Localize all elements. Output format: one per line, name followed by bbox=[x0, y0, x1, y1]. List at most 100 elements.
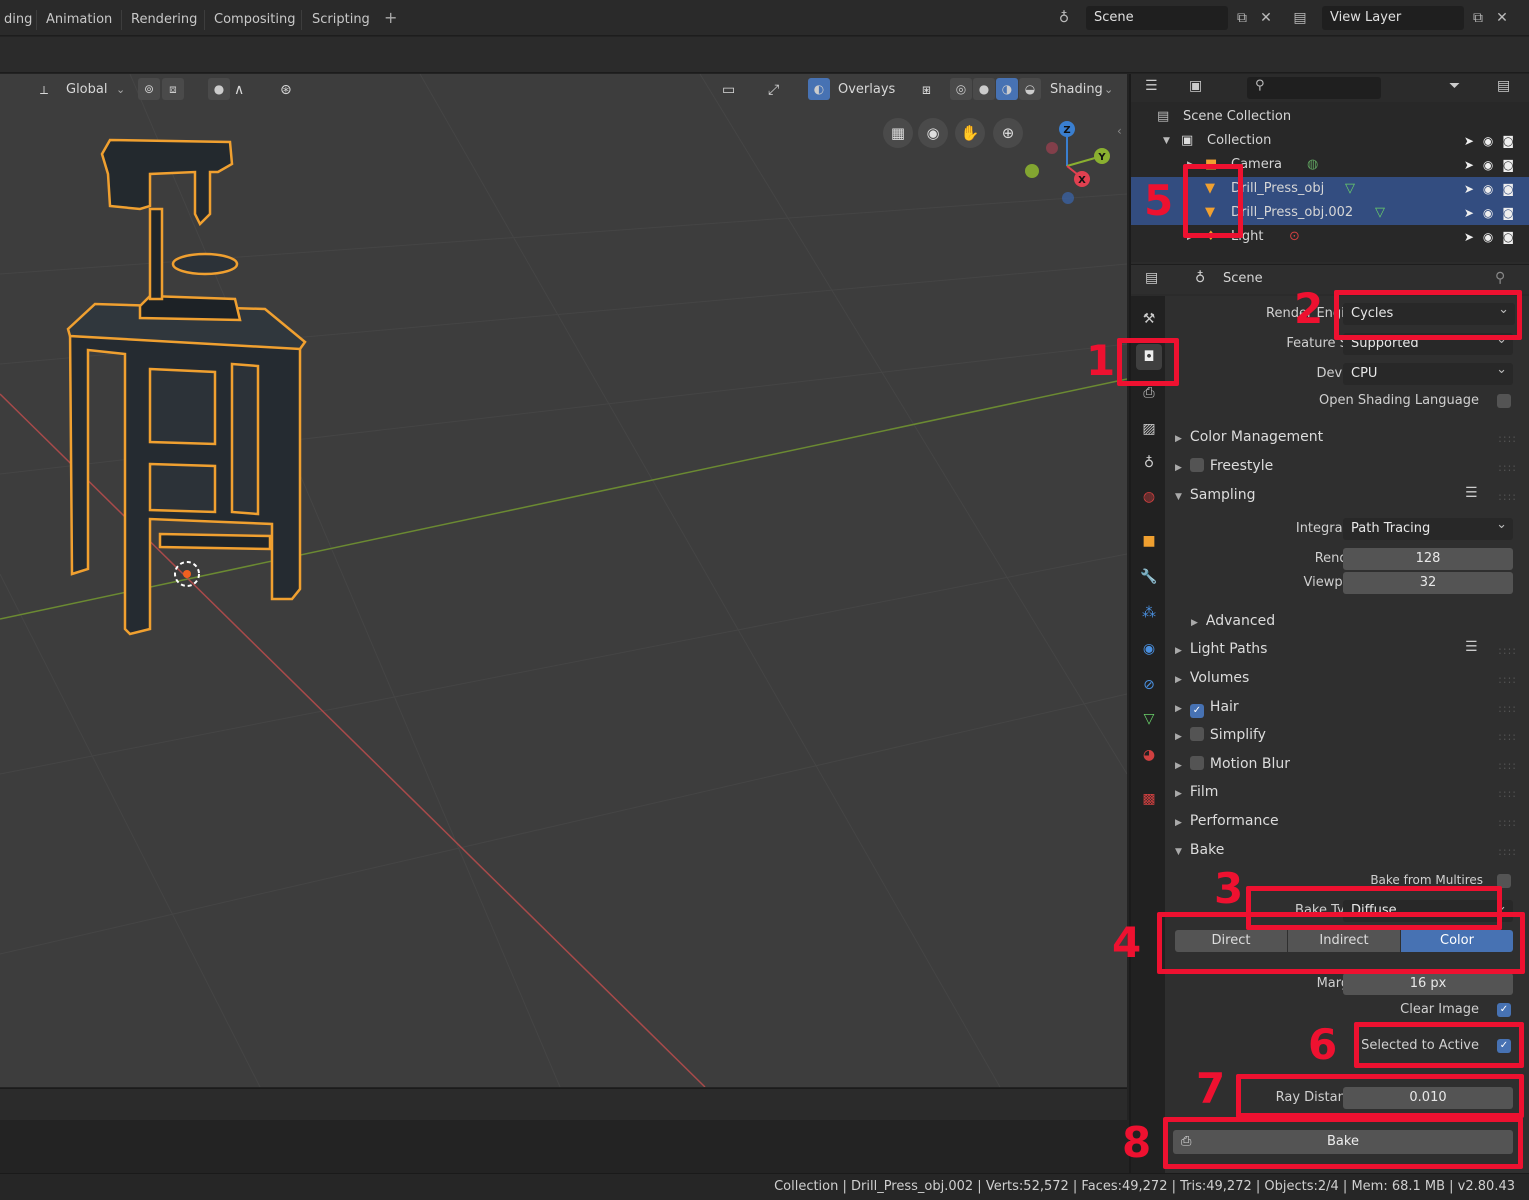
copy-scene-icon[interactable]: ⧉ bbox=[1230, 6, 1254, 30]
drag-handle-icon[interactable]: :::: bbox=[1498, 845, 1517, 858]
material-shading-icon[interactable]: ◑ bbox=[996, 78, 1018, 100]
pan-hand-icon[interactable]: ✋ bbox=[955, 118, 985, 148]
advanced-subpanel[interactable]: ▶ Advanced bbox=[1191, 610, 1275, 632]
volumes-panel[interactable]: ▶ Volumes bbox=[1175, 667, 1249, 689]
delete-scene-icon[interactable]: ✕ bbox=[1254, 6, 1278, 30]
outliner-row-collection[interactable]: ▼ ▣ Collection ➤◉◙ bbox=[1131, 129, 1529, 153]
drag-handle-icon[interactable]: :::: bbox=[1498, 816, 1517, 829]
proportional-edit-icon[interactable]: ● bbox=[208, 78, 230, 100]
drag-handle-icon[interactable]: :::: bbox=[1498, 432, 1517, 445]
hair-panel[interactable]: ▶ ✓ Hair bbox=[1175, 696, 1239, 718]
row-visibility-icons[interactable]: ➤◉◙ bbox=[1464, 225, 1523, 249]
drag-handle-icon[interactable]: :::: bbox=[1498, 490, 1517, 503]
expand-arrow-icon[interactable]: ▼ bbox=[1163, 129, 1170, 153]
drag-handle-icon[interactable]: :::: bbox=[1498, 759, 1517, 772]
tab-layout[interactable]: ding bbox=[0, 8, 38, 32]
integrator-dropdown[interactable]: Path Tracing bbox=[1343, 514, 1513, 540]
viewport-samples-field[interactable]: 32 bbox=[1343, 572, 1513, 594]
world-tab-icon[interactable]: ◍ bbox=[1136, 484, 1162, 510]
new-collection-icon[interactable]: ▤ bbox=[1497, 78, 1510, 94]
3d-cursor[interactable] bbox=[174, 561, 200, 587]
orientation-icon[interactable]: ⟂ bbox=[40, 79, 48, 101]
freestyle-panel[interactable]: ▶ Freestyle bbox=[1175, 455, 1273, 477]
drag-handle-icon[interactable]: :::: bbox=[1498, 673, 1517, 686]
row-visibility-icons[interactable]: ➤◉◙ bbox=[1464, 177, 1523, 201]
row-visibility-icons[interactable]: ➤◉◙ bbox=[1464, 153, 1523, 177]
tab-compositing[interactable]: Compositing bbox=[208, 8, 302, 32]
chevron-down-icon[interactable]: ⌄ bbox=[116, 79, 125, 101]
material-tab-icon[interactable]: ◕ bbox=[1136, 742, 1162, 768]
constraints-tab-icon[interactable]: ⊘ bbox=[1136, 672, 1162, 698]
drag-handle-icon[interactable]: :::: bbox=[1498, 787, 1517, 800]
outliner-row-scene-collection[interactable]: ▤ Scene Collection bbox=[1131, 105, 1529, 129]
device-dropdown[interactable]: CPU bbox=[1343, 359, 1513, 385]
view-object-types-icon[interactable]: ▭ bbox=[722, 79, 735, 101]
row-visibility-icons[interactable]: ➤◉◙ bbox=[1464, 129, 1523, 153]
hair-checkbox[interactable]: ✓ bbox=[1189, 704, 1204, 718]
show-gizmo-icon[interactable]: ⤢ bbox=[768, 79, 779, 101]
particles-tab-icon[interactable]: ⁂ bbox=[1136, 600, 1162, 626]
render-samples-field[interactable]: 128 bbox=[1343, 548, 1513, 570]
margin-field[interactable]: 16 px bbox=[1343, 973, 1513, 995]
row-visibility-icons[interactable]: ➤◉◙ bbox=[1464, 201, 1523, 225]
drag-handle-icon[interactable]: :::: bbox=[1498, 702, 1517, 715]
overlays-dropdown[interactable]: Overlays bbox=[838, 79, 895, 101]
film-panel[interactable]: ▶ Film bbox=[1175, 781, 1218, 803]
navigation-gizmo[interactable]: Z Y X bbox=[1022, 118, 1112, 218]
rendered-shading-icon[interactable]: ◒ bbox=[1019, 78, 1041, 100]
sampling-panel[interactable]: ▼ Sampling bbox=[1175, 484, 1255, 506]
modifier-tab-icon[interactable]: 🔧 bbox=[1136, 564, 1162, 590]
chevron-down-icon[interactable]: ⌄ bbox=[1104, 79, 1113, 101]
view-layer-tab-icon[interactable]: ▨ bbox=[1136, 416, 1162, 442]
editor-type-icon[interactable]: ☰ bbox=[1145, 78, 1158, 94]
color-management-panel[interactable]: ▶ Color Management bbox=[1175, 426, 1323, 448]
3d-viewport[interactable]: ⟂ Global ⌄ ⊚ ⧈ ● ∧ ⊛ ▭ ⤢ ◐ Overlays ⧆ ◎ … bbox=[0, 74, 1127, 1087]
tab-scripting[interactable]: Scripting bbox=[306, 8, 376, 32]
add-workspace-icon[interactable]: + bbox=[384, 8, 397, 27]
drag-handle-icon[interactable]: :::: bbox=[1498, 461, 1517, 474]
pin-icon[interactable]: ⚲ bbox=[1495, 270, 1505, 286]
view-layer-selector-icon[interactable]: ▤ bbox=[1288, 6, 1312, 30]
tab-animation[interactable]: Animation bbox=[40, 8, 118, 32]
motion-blur-checkbox[interactable] bbox=[1189, 756, 1204, 770]
delete-view-layer-icon[interactable]: ✕ bbox=[1490, 6, 1514, 30]
scene-tab-icon[interactable]: ♁ bbox=[1136, 450, 1162, 476]
drill-press-model[interactable] bbox=[66, 138, 307, 636]
transform-orientation-dropdown[interactable]: Global bbox=[66, 79, 107, 101]
zoom-icon[interactable]: ⊕ bbox=[993, 118, 1023, 148]
xray-toggle-icon[interactable]: ⧆ bbox=[922, 79, 931, 101]
snap-icon[interactable]: ⧈ bbox=[162, 78, 184, 100]
drag-handle-icon[interactable]: :::: bbox=[1498, 730, 1517, 743]
toggle-perspective-icon[interactable]: ▦ bbox=[883, 118, 913, 148]
outliner-search-input[interactable]: ⚲ bbox=[1247, 77, 1381, 99]
open-shading-language-checkbox[interactable] bbox=[1497, 394, 1511, 408]
object-tab-icon[interactable]: ■ bbox=[1136, 528, 1162, 554]
simplify-panel[interactable]: ▶ Simplify bbox=[1175, 724, 1266, 746]
tab-rendering[interactable]: Rendering bbox=[125, 8, 203, 32]
pivot-icon[interactable]: ⊚ bbox=[138, 78, 160, 100]
filter-icon[interactable]: ⏷ bbox=[1449, 78, 1460, 94]
toolbar-collapse-chevron-icon[interactable]: ‹ bbox=[1117, 124, 1122, 138]
physics-tab-icon[interactable]: ◉ bbox=[1136, 636, 1162, 662]
solid-shading-icon[interactable]: ● bbox=[973, 78, 995, 100]
falloff-icon[interactable]: ∧ bbox=[234, 79, 244, 101]
view-layer-name-field[interactable]: View Layer bbox=[1322, 6, 1464, 30]
overlays-toggle-icon[interactable]: ◐ bbox=[808, 78, 830, 100]
motion-blur-panel[interactable]: ▶ Motion Blur bbox=[1175, 753, 1290, 775]
scene-selector-icon[interactable]: ♁ bbox=[1052, 6, 1076, 30]
clear-image-checkbox[interactable]: ✓ bbox=[1497, 1003, 1511, 1017]
data-tab-icon[interactable]: ▽ bbox=[1136, 706, 1162, 732]
presets-list-icon[interactable]: ☰ bbox=[1465, 639, 1478, 655]
shading-dropdown[interactable]: Shading bbox=[1050, 79, 1103, 101]
light-paths-panel[interactable]: ▶ Light Paths bbox=[1175, 638, 1267, 660]
copy-view-layer-icon[interactable]: ⧉ bbox=[1466, 6, 1490, 30]
simplify-checkbox[interactable] bbox=[1189, 727, 1204, 741]
scene-name-field[interactable]: Scene bbox=[1086, 6, 1228, 30]
gizmo-toggle-icon[interactable]: ⊛ bbox=[280, 79, 292, 101]
freestyle-checkbox[interactable] bbox=[1189, 458, 1204, 472]
drag-handle-icon[interactable]: :::: bbox=[1498, 644, 1517, 657]
texture-tab-icon[interactable]: ▩ bbox=[1136, 786, 1162, 812]
wireframe-shading-icon[interactable]: ◎ bbox=[950, 78, 972, 100]
bake-panel[interactable]: ▼ Bake bbox=[1175, 839, 1224, 861]
presets-list-icon[interactable]: ☰ bbox=[1465, 485, 1478, 501]
